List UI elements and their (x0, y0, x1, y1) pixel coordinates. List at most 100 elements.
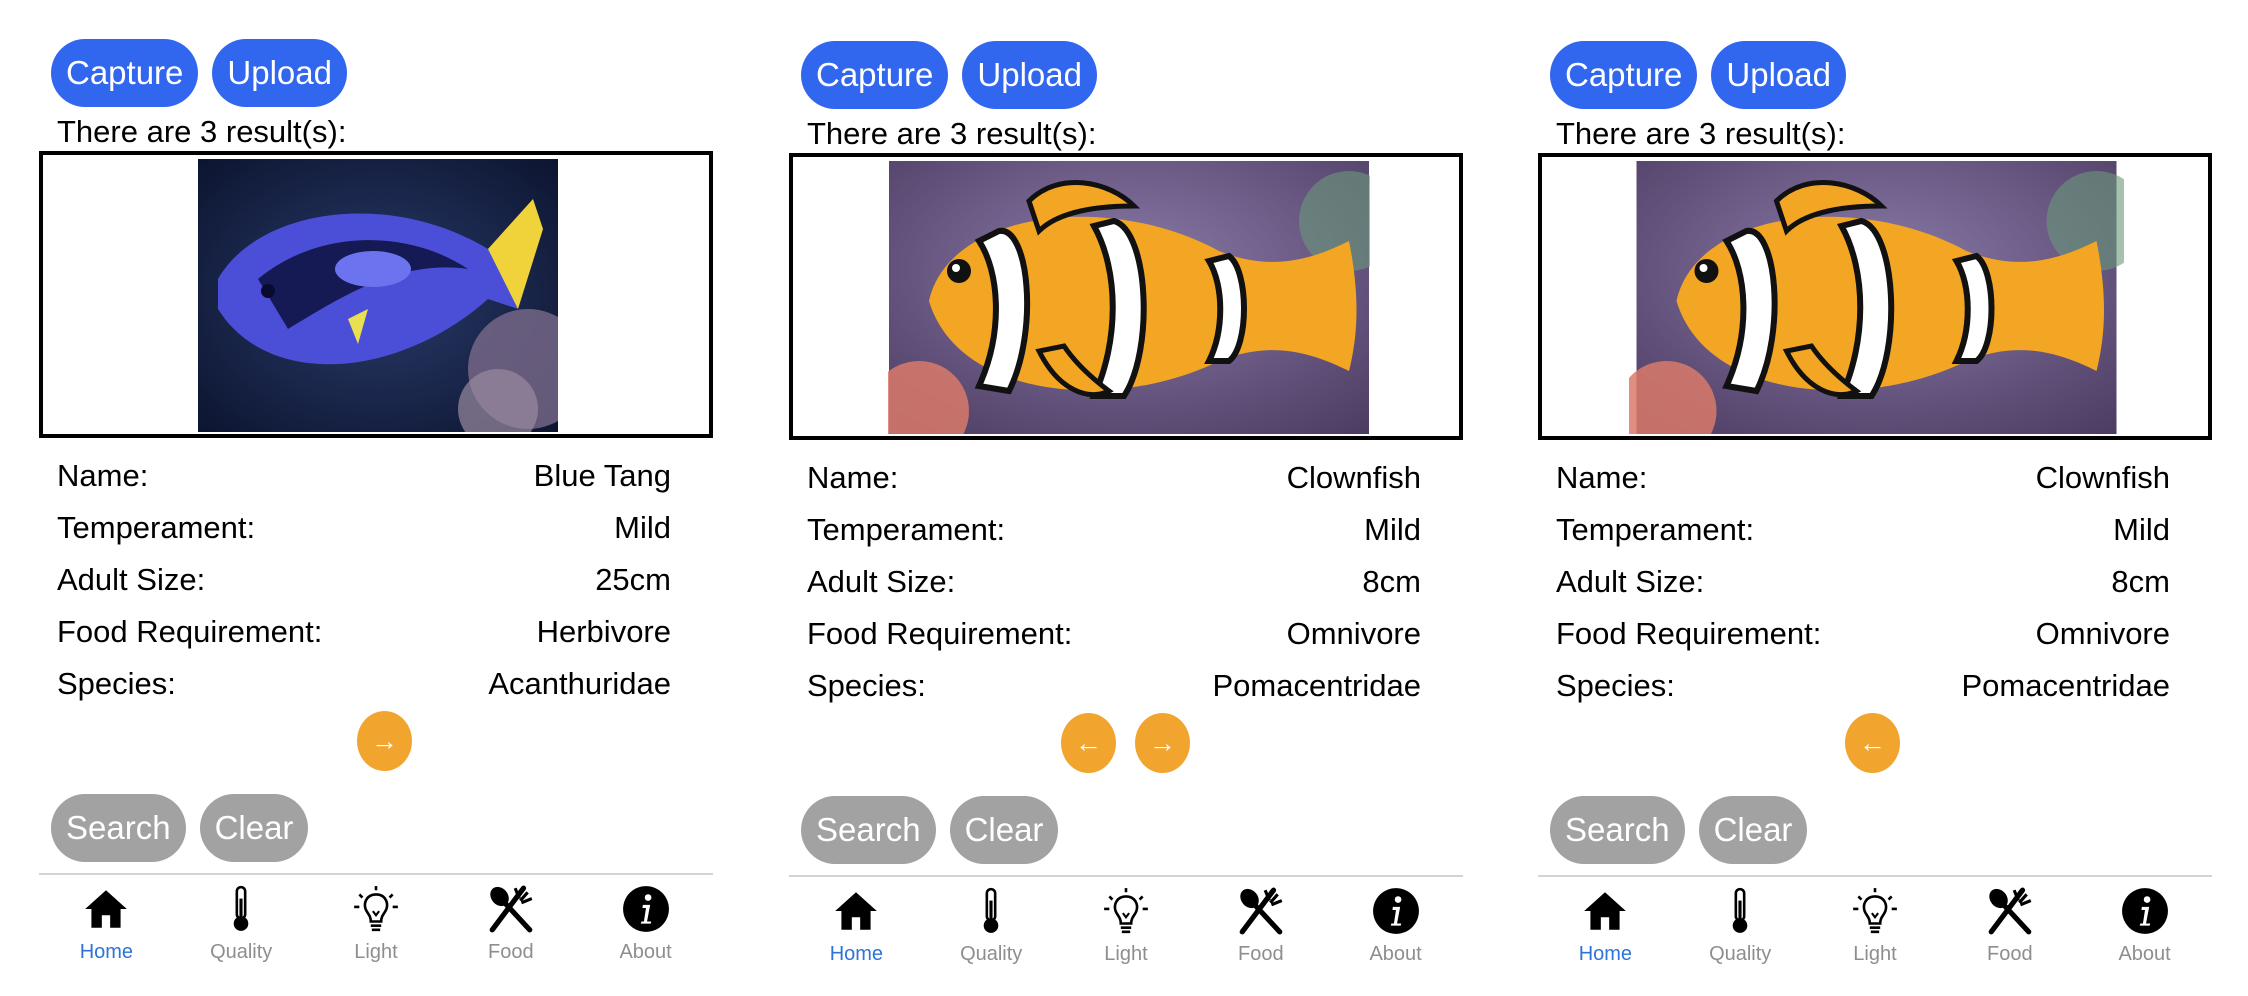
temperament-label: Temperament: (1556, 512, 1755, 547)
tab-label: Quality (1709, 943, 1772, 965)
info-icon (1368, 883, 1424, 939)
capture-button[interactable]: Capture (51, 39, 199, 107)
fish-name-value: Blue Tang (533, 458, 671, 493)
tab-bar: Home Quality Light Food About (789, 875, 1463, 985)
species-value: Pomacentridae (1961, 668, 2170, 703)
tab-label: Food (487, 941, 534, 963)
adult-size-label: Adult Size: (57, 562, 206, 597)
food-requirement-value: Omnivore (1286, 616, 1421, 651)
result-navigation: ← → (789, 713, 1469, 773)
search-button[interactable]: Search (1550, 796, 1685, 864)
capture-button[interactable]: Capture (801, 41, 949, 109)
upload-button[interactable]: Upload (212, 39, 347, 107)
capture-button[interactable]: Capture (1550, 41, 1698, 109)
fish-image-frame (1538, 153, 2212, 440)
fish-image-frame (789, 153, 1463, 440)
food-requirement-label: Food Requirement: (1556, 616, 1822, 651)
previous-result-button[interactable]: ← (1845, 713, 1900, 773)
clear-button[interactable]: Clear (199, 794, 309, 862)
tab-label: Light (1104, 943, 1148, 965)
fish-image-frame (39, 151, 713, 438)
previous-result-button[interactable]: ← (1061, 713, 1116, 773)
tab-about[interactable]: About (591, 875, 701, 983)
tab-light[interactable]: Light (321, 875, 431, 983)
adult-size-value: 8cm (2111, 564, 2170, 599)
result-navigation: → (39, 711, 719, 771)
info-icon (618, 881, 674, 937)
tab-label: Food (1986, 943, 2033, 965)
result-panel: Capture Upload There are 3 result(s): Na… (39, 0, 719, 994)
species-label: Species: (807, 668, 926, 703)
thermometer-icon (963, 883, 1019, 939)
tab-quality[interactable]: Quality (186, 875, 296, 983)
tab-label: Quality (210, 941, 273, 963)
result-panel: Capture Upload There are 3 result(s): Na… (1538, 2, 2218, 996)
tab-food[interactable]: Food (1955, 877, 2065, 985)
info-row-food-requirement: Food Requirement: Omnivore (807, 608, 1421, 660)
tab-about[interactable]: About (1341, 877, 1451, 985)
arrow-left-icon: ← (1859, 727, 1886, 758)
lightbulb-icon (1098, 883, 1154, 939)
clear-button[interactable]: Clear (1698, 796, 1808, 864)
house-icon (828, 883, 884, 939)
species-value: Pomacentridae (1212, 668, 1421, 703)
next-result-button[interactable]: → (1135, 713, 1190, 773)
tab-light[interactable]: Light (1071, 877, 1181, 985)
species-value: Acanthuridae (488, 666, 671, 701)
thermometer-icon (213, 881, 269, 937)
tab-about[interactable]: About (2090, 877, 2200, 985)
blue-tang-photo (198, 159, 558, 432)
clownfish-photo (888, 161, 1370, 434)
adult-size-label: Adult Size: (1556, 564, 1705, 599)
result-count-text: There are 3 result(s): (807, 116, 1097, 151)
adult-size-label: Adult Size: (807, 564, 956, 599)
house-icon (1577, 883, 1633, 939)
info-row-temperament: Temperament: Mild (1556, 504, 2170, 556)
fish-name-value: Clownfish (1286, 460, 1421, 495)
search-button[interactable]: Search (801, 796, 936, 864)
tab-quality[interactable]: Quality (936, 877, 1046, 985)
upload-button[interactable]: Upload (962, 41, 1097, 109)
info-row-fish-name: Name: Blue Tang (57, 450, 671, 502)
adult-size-value: 25cm (595, 562, 671, 597)
food-requirement-value: Omnivore (2035, 616, 2170, 651)
adult-size-value: 8cm (1362, 564, 1421, 599)
tab-home[interactable]: Home (51, 875, 161, 983)
lightbulb-icon (1847, 883, 1903, 939)
temperament-value: Mild (1364, 512, 1421, 547)
info-row-food-requirement: Food Requirement: Omnivore (1556, 608, 2170, 660)
arrow-right-icon: → (371, 725, 398, 756)
tab-food[interactable]: Food (1206, 877, 1316, 985)
fish-info-list: Name: Blue Tang Temperament: Mild Adult Size… (57, 450, 671, 710)
tab-label: About (619, 941, 672, 963)
fork-spoon-icon (1233, 883, 1289, 939)
temperament-value: Mild (2113, 512, 2170, 547)
tab-label: About (2118, 943, 2171, 965)
temperament-label: Temperament: (57, 510, 256, 545)
tab-food[interactable]: Food (456, 875, 566, 983)
clear-button[interactable]: Clear (949, 796, 1059, 864)
tab-home[interactable]: Home (801, 877, 911, 985)
info-row-fish-name: Name: Clownfish (807, 452, 1421, 504)
info-row-food-requirement: Food Requirement: Herbivore (57, 606, 671, 658)
tab-home[interactable]: Home (1550, 877, 1660, 985)
tab-light[interactable]: Light (1820, 877, 1930, 985)
tab-label: Home (1578, 943, 1633, 965)
temperament-value: Mild (614, 510, 671, 545)
info-icon (2117, 883, 2173, 939)
search-button[interactable]: Search (51, 794, 186, 862)
fish-info-list: Name: Clownfish Temperament: Mild Adult Size… (1556, 452, 2170, 712)
next-result-button[interactable]: → (357, 711, 412, 771)
fork-spoon-icon (1982, 883, 2038, 939)
tab-label: Light (1853, 943, 1897, 965)
info-row-species: Species: Pomacentridae (1556, 660, 2170, 712)
food-requirement-label: Food Requirement: (57, 614, 323, 649)
info-row-species: Species: Acanthuridae (57, 658, 671, 710)
food-requirement-value: Herbivore (536, 614, 671, 649)
lightbulb-icon (348, 881, 404, 937)
tab-quality[interactable]: Quality (1685, 877, 1795, 985)
species-label: Species: (57, 666, 176, 701)
tab-bar: Home Quality Light Food About (1538, 875, 2212, 985)
fish-name-value: Clownfish (2035, 460, 2170, 495)
upload-button[interactable]: Upload (1711, 41, 1846, 109)
